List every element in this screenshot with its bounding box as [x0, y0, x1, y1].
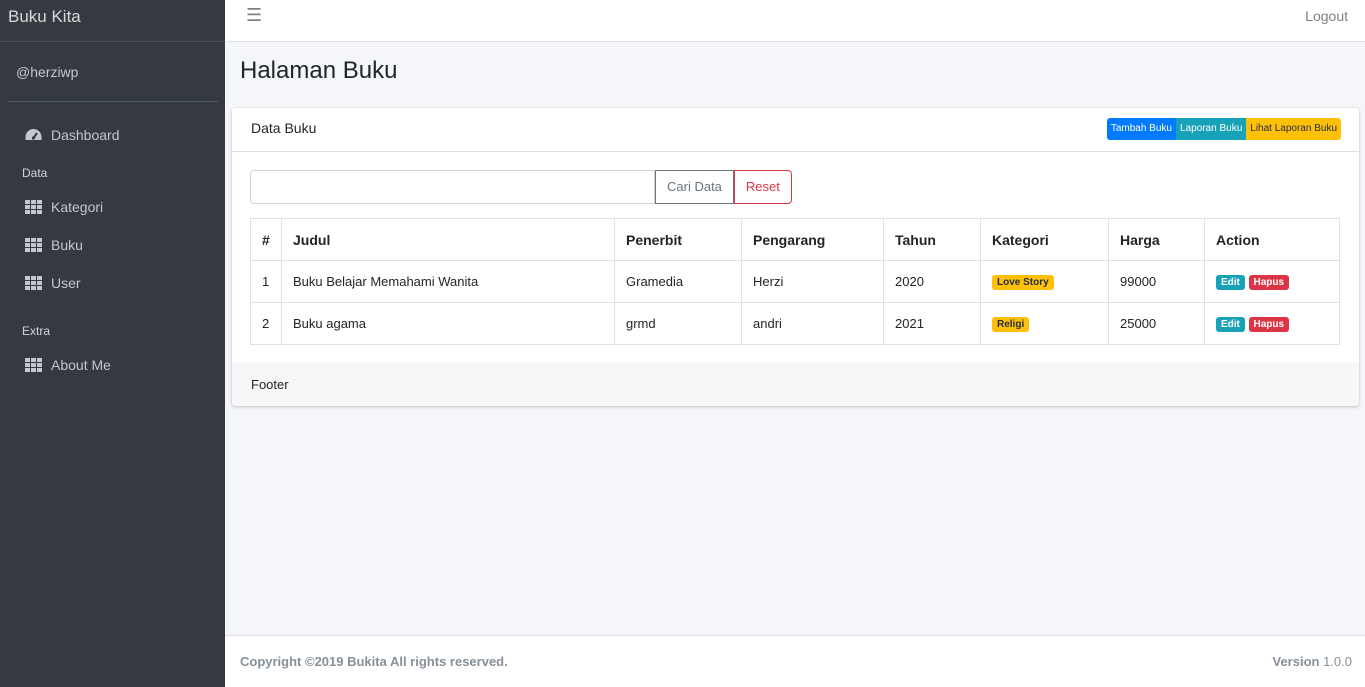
sidebar-nav: Dashboard Data Kategori Buku User Extra [0, 102, 225, 384]
main-footer: Copyright ©2019 Bukita All rights reserv… [225, 635, 1365, 687]
cell-kategori: Love Story [980, 260, 1109, 303]
sidebar-item-label: Buku [51, 237, 83, 253]
edit-button[interactable]: Edit [1216, 275, 1245, 290]
column-header: Tahun [883, 218, 981, 261]
lihat-laporan-buku-button[interactable]: Lihat Laporan Buku [1246, 118, 1341, 140]
page-title: Halaman Buku [240, 57, 398, 84]
sidebar-header-data: Data [22, 166, 48, 180]
sidebar-header-extra: Extra [22, 324, 51, 338]
cell-tahun: 2020 [883, 260, 981, 303]
user-panel[interactable]: @herziwp [7, 42, 218, 102]
sidebar-item-label: Kategori [51, 199, 104, 215]
cell-action: Edit Hapus [1204, 302, 1340, 345]
logout-link[interactable]: Logout [1305, 8, 1348, 24]
buku-table: # Judul Penerbit Pengarang Tahun Kategor… [250, 218, 1340, 345]
sidebar-item-user[interactable]: User [0, 264, 225, 302]
cell-harga: 25000 [1108, 302, 1205, 345]
brand-link[interactable]: Buku Kita [0, 0, 225, 42]
column-header: Action [1204, 218, 1340, 261]
sidebar-item-label: About Me [51, 357, 111, 373]
cell-kategori: Religi [980, 302, 1109, 345]
cell-judul: Buku Belajar Memahami Wanita [281, 260, 615, 303]
cell-pengarang: andri [741, 302, 884, 345]
tachometer-icon [24, 127, 43, 143]
tambah-buku-button[interactable]: Tambah Buku [1106, 118, 1176, 140]
cell-harga: 99000 [1108, 260, 1205, 303]
card-header: Data Buku Tambah Buku Laporan Buku Lihat… [232, 108, 1359, 152]
grid-icon [24, 199, 43, 215]
hapus-button[interactable]: Hapus [1248, 317, 1290, 332]
cell-judul: Buku agama [281, 302, 615, 345]
column-header: Harga [1108, 218, 1205, 261]
grid-icon [24, 275, 43, 291]
cell-tahun: 2021 [883, 302, 981, 345]
column-header: Pengarang [741, 218, 884, 261]
sidebar-item-kategori[interactable]: Kategori [0, 188, 225, 226]
reset-button[interactable]: Reset [733, 170, 792, 204]
cell-action: Edit Hapus [1204, 260, 1340, 303]
hapus-button[interactable]: Hapus [1248, 275, 1290, 290]
column-header: Penerbit [614, 218, 742, 261]
column-header: Judul [281, 218, 615, 261]
grid-icon [24, 237, 43, 253]
version-value: 1.0.0 [1323, 654, 1352, 669]
laporan-buku-button[interactable]: Laporan Buku [1175, 118, 1247, 140]
kategori-badge: Religi [992, 317, 1030, 332]
cell-penerbit: Gramedia [614, 260, 742, 303]
table-row: 1 Buku Belajar Memahami Wanita Gramedia … [250, 260, 1340, 303]
cari-data-button[interactable]: Cari Data [655, 170, 734, 204]
copyright-text: Copyright ©2019 Bukita All rights reserv… [240, 654, 508, 669]
sidebar-item-about-me[interactable]: About Me [0, 346, 225, 384]
card-actions: Tambah Buku Laporan Buku Lihat Laporan B… [1106, 118, 1341, 140]
search-input[interactable] [250, 170, 655, 204]
table-row: 2 Buku agama grmd andri 2021 Religi 2500… [250, 302, 1340, 345]
search-row: Cari Data Reset [250, 170, 792, 204]
edit-button[interactable]: Edit [1216, 317, 1245, 332]
cell-pengarang: Herzi [741, 260, 884, 303]
card-title: Data Buku [251, 120, 317, 136]
cell-penerbit: grmd [614, 302, 742, 345]
sidebar-item-buku[interactable]: Buku [0, 226, 225, 264]
version-label: Version [1272, 654, 1320, 669]
grid-icon [24, 357, 43, 373]
card-footer: Footer [232, 363, 1359, 406]
top-navbar: ☰ Logout [225, 0, 1365, 42]
cell-no: 1 [250, 260, 282, 303]
sidebar-item-dashboard[interactable]: Dashboard [0, 116, 225, 154]
sidebar: Buku Kita @herziwp Dashboard Data Katego… [0, 0, 225, 687]
version-info: Version 1.0.0 [1272, 654, 1352, 669]
kategori-badge: Love Story [992, 275, 1054, 290]
data-buku-card: Data Buku Tambah Buku Laporan Buku Lihat… [232, 108, 1359, 406]
cell-no: 2 [250, 302, 282, 345]
hamburger-icon[interactable]: ☰ [246, 5, 262, 25]
table-header-row: # Judul Penerbit Pengarang Tahun Kategor… [250, 218, 1340, 261]
column-header: Kategori [980, 218, 1109, 261]
sidebar-item-label: Dashboard [51, 127, 120, 143]
user-name[interactable]: @herziwp [16, 64, 78, 80]
sidebar-item-label: User [51, 275, 81, 291]
column-header: # [250, 218, 282, 261]
